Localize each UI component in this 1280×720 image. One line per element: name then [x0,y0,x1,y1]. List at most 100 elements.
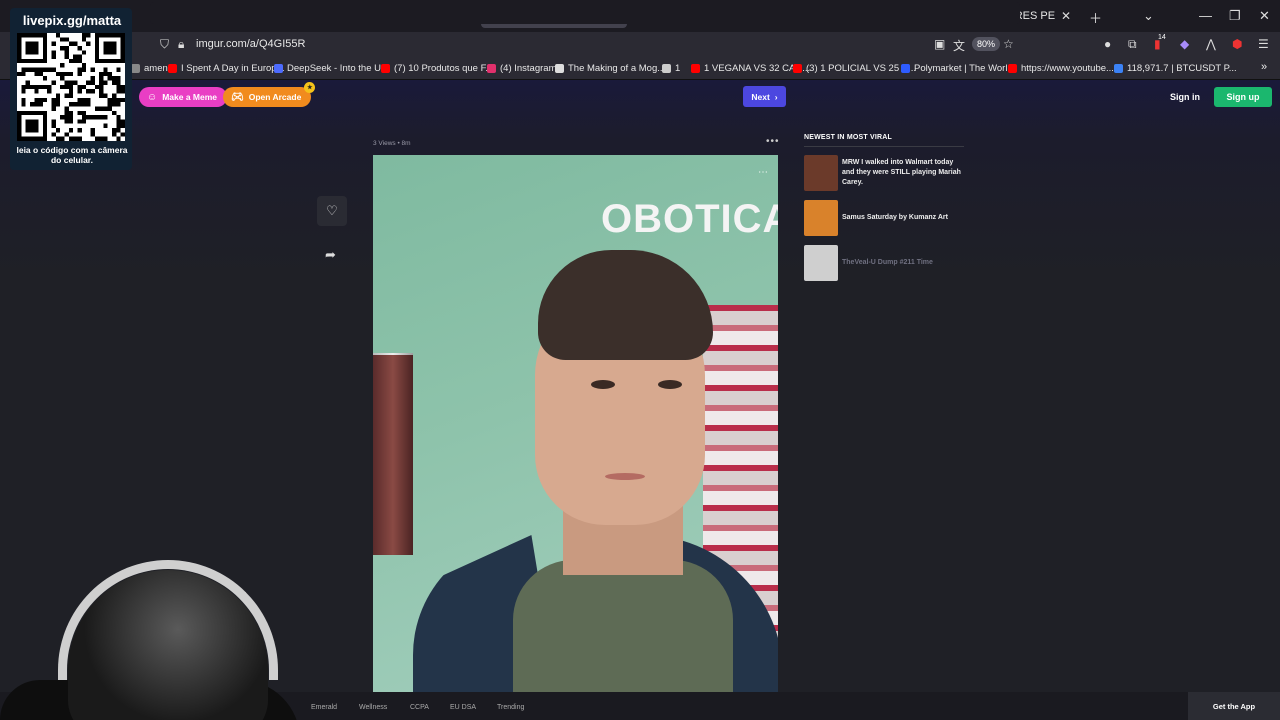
bookmark-label: (7) 10 Produtos que F... [394,63,494,74]
bookmark-favicon-icon [487,64,496,73]
gamepad-icon: 🎮︎ [231,91,244,103]
reader-view-icon[interactable]: ▣ [934,37,945,51]
bookmark-favicon-icon [131,64,140,73]
post-image[interactable]: OBOTICA ⋯ [373,155,778,692]
bookmark-favicon-icon [381,64,390,73]
bookmark-label: (3) 1 POLICIAL VS 25 E... [806,63,917,74]
bookmark-item[interactable]: (3) 1 POLICIAL VS 25 E... [793,63,916,74]
newest-heading: NEWEST IN MOST VIRAL [804,134,892,141]
heart-icon: ♡ [326,203,338,218]
qr-code [17,33,125,141]
bookmark-label: 118,971.7 | BTCUSDT P... [1127,63,1237,74]
image-options-icon[interactable]: ⋯ [758,167,768,178]
bookmark-favicon-icon [168,64,177,73]
bookmark-item[interactable]: (4) Instagram [487,63,557,74]
extension-3-icon[interactable]: ⋀ [1206,37,1216,51]
close-tab-icon[interactable]: ✕ [1061,9,1071,23]
bookmark-label: I Spent A Day in Europ... [181,63,285,74]
heading-divider [804,146,964,147]
url-bar[interactable] [150,2,1020,24]
left-eye [591,380,615,389]
bookmark-item[interactable]: 118,971.7 | BTCUSDT P... [1114,63,1237,74]
shield-icon[interactable]: ⛉ [160,37,169,52]
get-the-app-button[interactable]: Get the App [1188,692,1280,720]
bookmark-item[interactable]: Polymarket | The Worl... [901,63,1015,74]
next-label: Next [751,91,770,102]
bookmark-item[interactable]: https://www.youtube.... [1008,63,1117,74]
more-bookmarks-icon[interactable]: » [1261,61,1267,73]
viral-post-title: MRW I walked into Walmart today and they… [842,159,961,186]
right-eye [658,380,682,389]
viral-post-thumbnail [804,245,838,281]
viral-post-thumbnail [804,155,838,191]
viral-post-thumbnail [804,200,838,236]
list-tabs-icon[interactable]: ⌄ [1143,8,1154,24]
store-sign-text: OBOTICA [601,197,778,241]
sign-in-link[interactable]: Sign in [1170,92,1200,102]
viral-post-title: Samus Saturday by Kumanz Art [842,214,948,221]
viral-post-item[interactable]: TheVeal-U Dump #211 Time [804,245,964,283]
bookmark-label: DeepSeek - Into the U... [287,63,389,74]
bookmark-favicon-icon [1114,64,1123,73]
make-a-meme-label: Make a Meme [162,92,218,102]
qr-title: livepix.gg/matta [22,13,122,28]
adblock-icon[interactable]: ⬢ [1232,37,1242,51]
viral-post-item[interactable]: MRW I walked into Walmart today and they… [804,155,964,193]
new-tab-icon[interactable]: ＋ [1089,8,1102,27]
shirt [513,560,733,692]
open-arcade-label: Open Arcade [248,92,302,102]
bookmark-favicon-icon [555,64,564,73]
footer-link[interactable]: Trending [497,704,524,711]
extension-badge-count: 14 [1158,34,1166,41]
zoom-level[interactable]: 80% [972,37,1001,51]
bookmark-favicon-icon [1008,64,1017,73]
menu-icon[interactable]: ☰ [1258,37,1269,51]
mouth [605,473,645,480]
post-meta: 3 Views • 8m [373,140,411,147]
bookmark-item[interactable]: DeepSeek - Into the U... [274,63,389,74]
post-options-icon[interactable]: ••• [766,136,780,147]
viral-post-item[interactable]: Samus Saturday by Kumanz Art [804,200,964,238]
bookmark-favicon-icon [691,64,700,73]
bookmark-item[interactable]: I Spent A Day in Europ... [168,63,285,74]
lock-icon[interactable]: 🔒︎ [178,37,184,52]
bookmark-label: (4) Instagram [500,63,557,74]
url-text[interactable]: imgur.com/a/Q4GI55R [196,38,305,50]
navigation-bar [0,32,1280,58]
maximize-icon[interactable]: ❐ [1229,8,1241,24]
footer-link[interactable]: Emerald [311,704,337,711]
chevron-right-icon: › [774,91,778,102]
minimize-icon[interactable]: — [1199,8,1212,23]
qr-caption: leia o código com a câmera do celular. [16,145,128,165]
bookmark-label: The Making of a Mog... [568,63,666,74]
bookmark-label: 1 [675,63,681,74]
puzzle-icon[interactable]: ⧉ [1128,37,1137,52]
translate-icon[interactable]: 文 [953,37,965,54]
bookmark-favicon-icon [901,64,910,73]
headphones [58,560,278,680]
viral-post-title: TheVeal-U Dump #211 Time [842,259,933,266]
footer-link[interactable]: EU DSA [450,704,476,711]
make-a-meme-button[interactable]: ☺ Make a Meme [139,87,228,107]
bookmark-item[interactable]: 1 [662,63,680,74]
bookmark-favicon-icon [793,64,802,73]
footer-link[interactable]: CCPA [410,704,429,711]
bookmark-label: https://www.youtube.... [1021,63,1117,74]
extension-2-icon[interactable]: ◆ [1180,37,1189,51]
bookmark-favicon-icon [274,64,283,73]
sign-up-button[interactable]: Sign up [1214,87,1272,107]
meme-icon: ☺ [147,91,158,103]
webcam-overlay [0,560,300,720]
next-button[interactable]: Next › [743,86,786,107]
bookmark-favicon-icon [662,64,671,73]
close-window-icon[interactable]: ✕ [1259,8,1270,24]
bookmark-star-icon[interactable]: ☆ [1003,37,1014,51]
open-arcade-button[interactable]: 🎮︎ Open Arcade ★ [223,82,316,107]
bottle [373,355,413,555]
favorite-button[interactable]: ♡ [317,196,347,226]
bookmark-item[interactable]: (7) 10 Produtos que F... [381,63,493,74]
extension-icon[interactable]: ● [1104,37,1111,51]
bookmark-item[interactable]: The Making of a Mog... [555,63,665,74]
footer-link[interactable]: Wellness [359,704,387,711]
share-arrow-icon[interactable]: ➦ [325,247,336,263]
